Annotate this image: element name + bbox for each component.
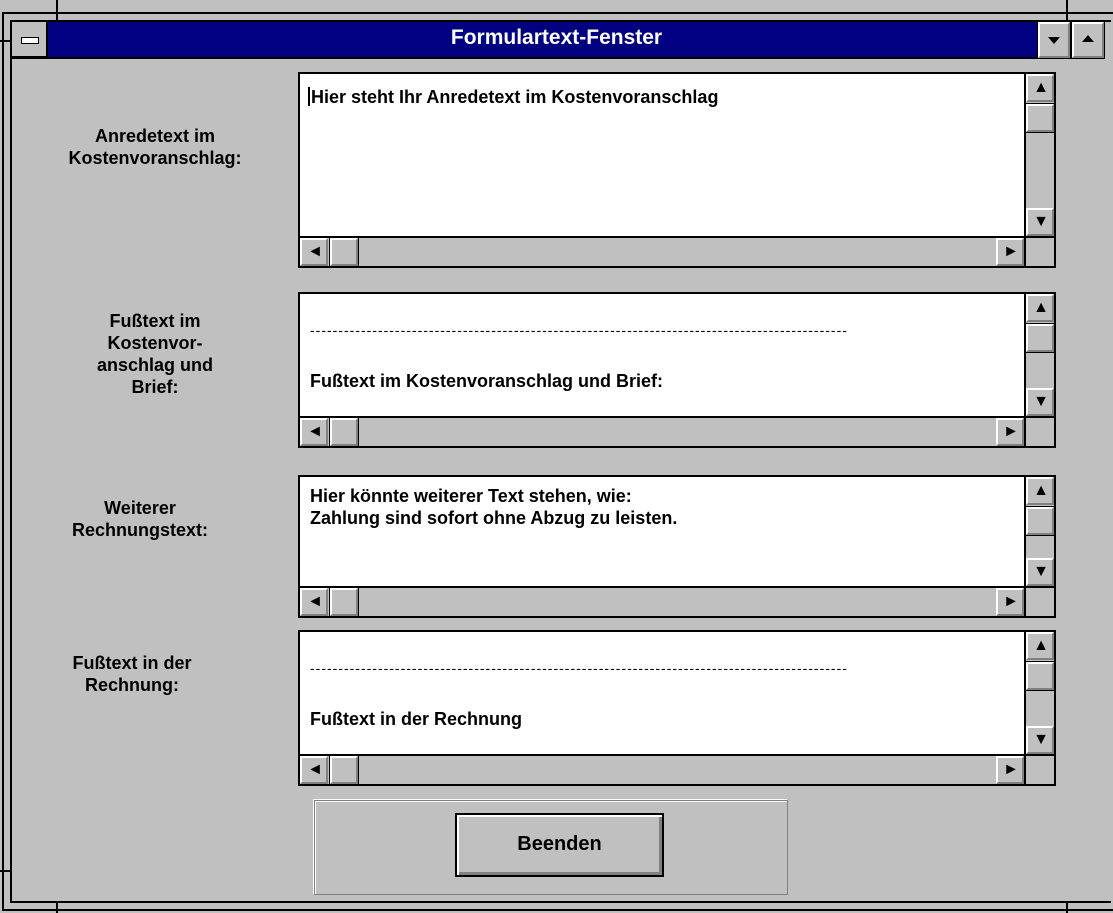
- minimize-arrow: [1048, 37, 1060, 44]
- scroll-left-button[interactable]: ◄: [300, 588, 328, 616]
- up-arrow-icon: ▲: [1033, 482, 1049, 499]
- right-arrow-icon: ►: [1003, 593, 1019, 610]
- scroll-corner: [1024, 236, 1054, 266]
- label-rechnungstext: Weiterer Rechnungstext:: [71, 498, 208, 540]
- horizontal-scrollbar[interactable]: ◄ ►: [300, 236, 1024, 267]
- fusstext-rechnung-value: Fußtext in der Rechnung: [310, 709, 523, 729]
- scroll-corner: [1024, 754, 1054, 784]
- maximize-icon[interactable]: [1071, 21, 1105, 59]
- vertical-scrollbar[interactable]: ▲ ▼: [1024, 294, 1055, 416]
- scroll-thumb[interactable]: [1025, 506, 1055, 536]
- scroll-thumb[interactable]: [329, 417, 359, 447]
- scroll-up-button[interactable]: ▲: [1026, 632, 1054, 660]
- horizontal-scrollbar[interactable]: ◄ ►: [300, 416, 1024, 447]
- window-title: Formulartext-Fenster: [450, 26, 663, 49]
- scroll-left-button[interactable]: ◄: [300, 756, 328, 784]
- down-arrow-icon: ▼: [1033, 213, 1049, 230]
- vertical-scrollbar[interactable]: ▲ ▼: [1024, 477, 1055, 586]
- left-arrow-icon: ◄: [307, 761, 323, 778]
- scroll-up-button[interactable]: ▲: [1026, 477, 1054, 505]
- frame-tick: [56, 0, 58, 22]
- right-arrow-icon: ►: [1003, 423, 1019, 440]
- scroll-right-button[interactable]: ►: [996, 588, 1024, 616]
- right-arrow-icon: ►: [1003, 243, 1019, 260]
- scroll-corner: [1024, 586, 1054, 616]
- frame-tick: [1066, 0, 1068, 22]
- scroll-thumb[interactable]: [329, 755, 359, 785]
- formular-window: Formulartext-Fenster Anredetext im Koste…: [0, 0, 1113, 913]
- frame-tick: [1066, 903, 1068, 913]
- vertical-scrollbar[interactable]: ▲ ▼: [1024, 632, 1055, 754]
- scroll-right-button[interactable]: ►: [996, 418, 1024, 446]
- beenden-button[interactable]: Beenden: [455, 813, 664, 877]
- scroll-left-button[interactable]: ◄: [300, 238, 328, 266]
- scroll-up-button[interactable]: ▲: [1026, 74, 1054, 102]
- textarea-rechnungstext[interactable]: Hier könnte weiterer Text stehen, wie: Z…: [298, 475, 1056, 618]
- textarea-fusstext-kv-content: ----------------------------------------…: [310, 302, 1022, 414]
- scroll-down-button[interactable]: ▼: [1026, 558, 1054, 586]
- frame-tick: [0, 870, 12, 872]
- scroll-right-button[interactable]: ►: [996, 756, 1024, 784]
- scroll-up-button[interactable]: ▲: [1026, 294, 1054, 322]
- textarea-rechnungstext-content: Hier könnte weiterer Text stehen, wie: Z…: [310, 486, 678, 528]
- scroll-right-button[interactable]: ►: [996, 238, 1024, 266]
- textarea-fusstext-kv[interactable]: ----------------------------------------…: [298, 292, 1056, 448]
- scroll-thumb[interactable]: [329, 237, 359, 267]
- scroll-down-button[interactable]: ▼: [1026, 388, 1054, 416]
- label-fusstext-rechnung: Fußtext in der Rechnung:: [72, 653, 192, 695]
- system-menu-icon[interactable]: [12, 22, 48, 58]
- textarea-anredetext[interactable]: Hier steht Ihr Anredetext im Kostenvoran…: [298, 72, 1056, 268]
- left-arrow-icon: ◄: [307, 423, 323, 440]
- textarea-anredetext-content: Hier steht Ihr Anredetext im Kostenvoran…: [308, 86, 1022, 108]
- anredetext-value: Hier steht Ihr Anredetext im Kostenvoran…: [311, 87, 719, 107]
- scroll-down-button[interactable]: ▼: [1026, 208, 1054, 236]
- separator-line: ----------------------------------------…: [310, 322, 848, 338]
- scroll-down-button[interactable]: ▼: [1026, 726, 1054, 754]
- up-arrow-icon: ▲: [1033, 637, 1049, 654]
- frame-tick: [56, 903, 58, 913]
- separator-line: ----------------------------------------…: [310, 660, 848, 676]
- horizontal-scrollbar[interactable]: ◄ ►: [300, 754, 1024, 785]
- left-arrow-icon: ◄: [307, 243, 323, 260]
- text-cursor: [308, 87, 310, 106]
- fusstext-kv-value: Fußtext im Kostenvoranschlag und Brief:: [310, 371, 664, 391]
- scroll-thumb[interactable]: [1025, 661, 1055, 691]
- scroll-thumb[interactable]: [1025, 323, 1055, 353]
- title-bar[interactable]: Formulartext-Fenster: [12, 22, 1101, 59]
- up-arrow-icon: ▲: [1033, 79, 1049, 96]
- scroll-left-button[interactable]: ◄: [300, 418, 328, 446]
- scroll-thumb[interactable]: [1025, 103, 1055, 133]
- left-arrow-icon: ◄: [307, 593, 323, 610]
- scroll-thumb[interactable]: [329, 587, 359, 617]
- vertical-scrollbar[interactable]: ▲ ▼: [1024, 74, 1055, 236]
- frame-tick: [0, 40, 12, 42]
- textarea-fusstext-rechnung-content: ----------------------------------------…: [310, 640, 1022, 752]
- textarea-fusstext-rechnung[interactable]: ----------------------------------------…: [298, 630, 1056, 786]
- up-arrow-icon: ▲: [1033, 299, 1049, 316]
- scroll-corner: [1024, 416, 1054, 446]
- down-arrow-icon: ▼: [1033, 563, 1049, 580]
- label-fusstext-kv: Fußtext im Kostenvor- anschlag und Brief…: [96, 311, 213, 397]
- label-anredetext: Anredetext im Kostenvoranschlag:: [68, 126, 242, 168]
- down-arrow-icon: ▼: [1033, 731, 1049, 748]
- horizontal-scrollbar[interactable]: ◄ ►: [300, 586, 1024, 617]
- minimize-icon[interactable]: [1037, 21, 1071, 59]
- system-menu-bar: [21, 37, 39, 44]
- right-arrow-icon: ►: [1003, 761, 1019, 778]
- down-arrow-icon: ▼: [1033, 393, 1049, 410]
- maximize-arrow: [1082, 35, 1094, 42]
